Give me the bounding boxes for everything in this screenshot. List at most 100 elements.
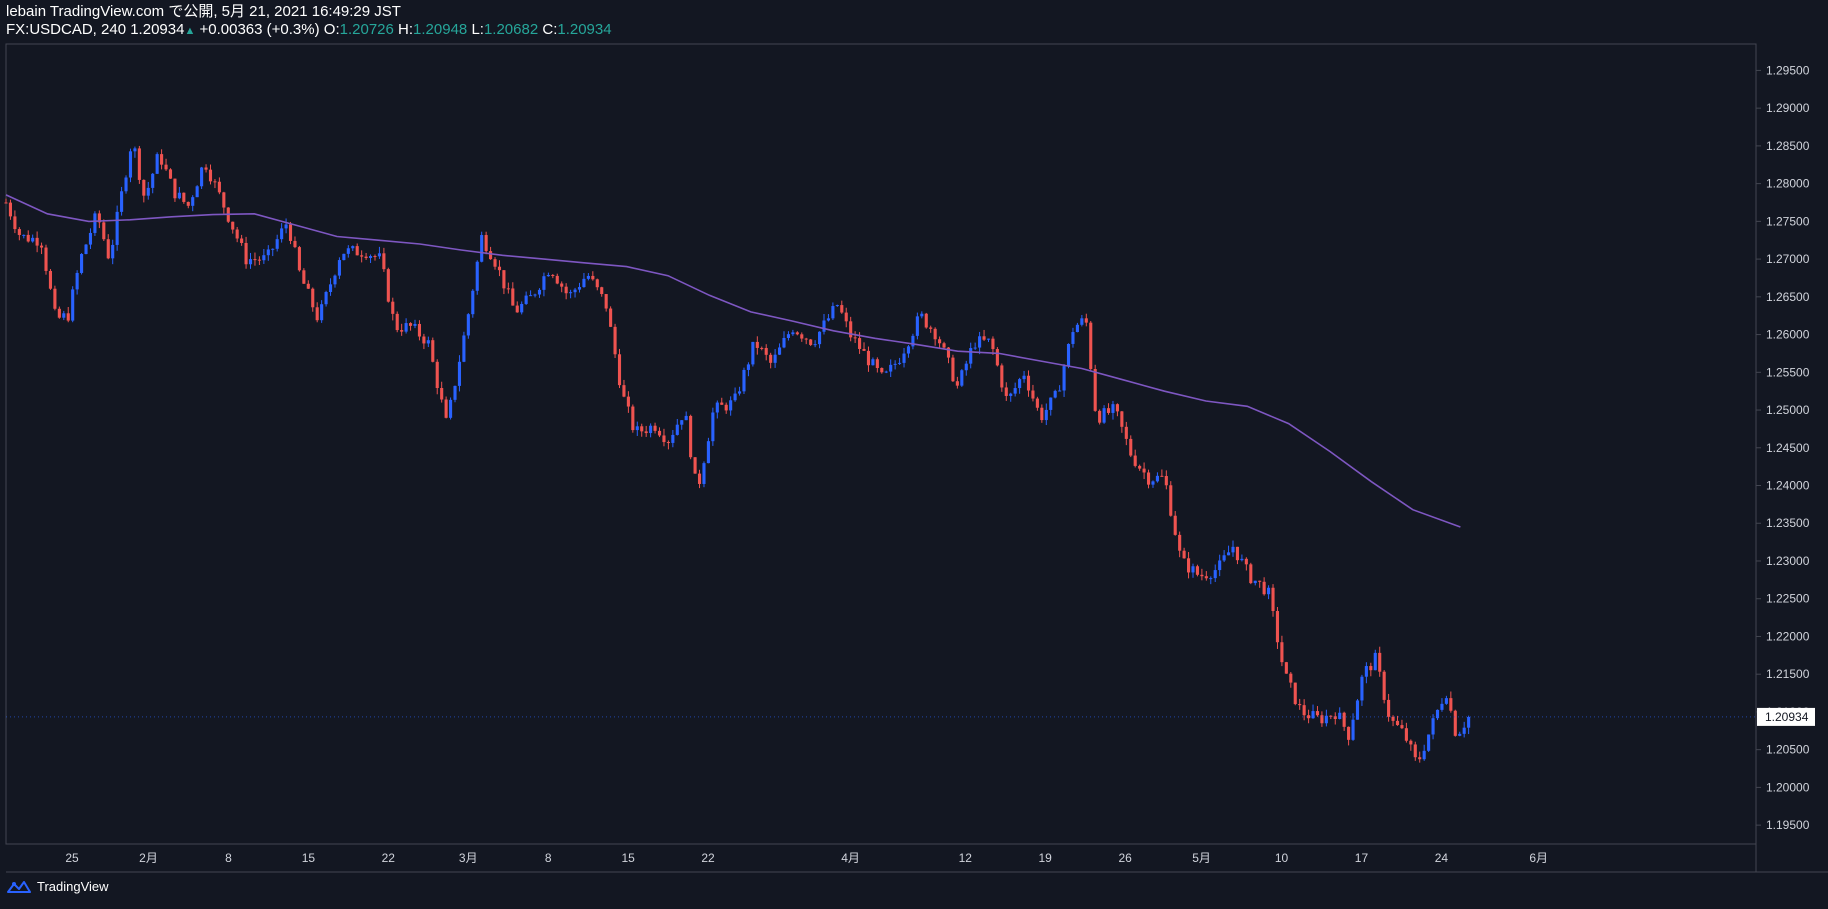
candle-body: [524, 295, 528, 304]
candle-body: [955, 381, 959, 386]
price-tick-label: 1.20000: [1766, 780, 1810, 794]
candle-body: [475, 261, 479, 291]
candle-body: [951, 357, 955, 382]
price-chart[interactable]: 1.195001.200001.205001.210001.215001.220…: [0, 0, 1828, 909]
candle-body: [542, 276, 546, 290]
time-tick-label: 26: [1118, 851, 1132, 865]
candle-body: [1093, 369, 1097, 411]
price-tick-label: 1.24500: [1766, 441, 1810, 455]
candle-body: [1035, 398, 1039, 408]
candle-body: [675, 424, 679, 435]
candle-body: [875, 359, 879, 369]
brand-label: TradingView: [37, 879, 109, 894]
candle-body: [1258, 580, 1262, 582]
candle-body: [933, 328, 937, 340]
candle-body: [920, 313, 924, 317]
moving-average-line: [5, 194, 1461, 528]
candle-body: [1089, 322, 1093, 370]
candle-body: [151, 173, 155, 188]
candle-body: [422, 336, 426, 344]
candle-body: [324, 291, 328, 305]
candle-body: [831, 306, 835, 319]
candle-body: [355, 246, 359, 256]
candle-body: [960, 370, 964, 386]
candle-body: [1444, 698, 1448, 704]
candle-body: [297, 247, 301, 271]
candle-body: [644, 431, 648, 434]
candle-body: [529, 295, 533, 297]
candle-body: [604, 294, 608, 309]
candle-body: [1040, 407, 1044, 421]
candle-body: [71, 289, 75, 321]
candle-body: [342, 253, 346, 261]
candle-body: [924, 313, 928, 328]
candle-body: [915, 316, 919, 336]
price-tick-label: 1.23000: [1766, 554, 1810, 568]
candle-body: [382, 253, 386, 270]
candle-body: [168, 169, 173, 179]
candle-body: [493, 259, 497, 267]
candle-body: [1026, 375, 1031, 391]
candle-body: [902, 353, 906, 363]
candle-body: [1022, 375, 1026, 380]
candle-body: [453, 385, 457, 400]
candle-body: [733, 393, 737, 401]
candle-body: [320, 304, 324, 321]
time-axis[interactable]: 25 2月 8 15 22 3月 8 15 22 4月 12 19 26 5月 10 17 24 6月: [65, 851, 1548, 865]
footer-brand[interactable]: TradingView: [6, 879, 109, 894]
price-tick-label: 1.28500: [1766, 139, 1810, 153]
candle-body: [1084, 318, 1088, 323]
candle-body: [533, 294, 537, 296]
price-tick-label: 1.22000: [1766, 629, 1810, 643]
candle-body: [889, 364, 893, 372]
candle-body: [1138, 465, 1142, 469]
candlestick-series: [4, 145, 1471, 763]
candle-body: [1178, 534, 1182, 551]
candle-body: [1231, 546, 1235, 553]
candle-body: [333, 275, 337, 285]
candle-body: [195, 186, 199, 198]
candle-body: [1338, 712, 1342, 720]
candle-body: [386, 269, 390, 302]
candle-body: [257, 259, 261, 261]
candle-body: [115, 211, 119, 245]
candle-body: [1120, 411, 1124, 427]
candle-body: [1049, 397, 1053, 410]
candle-body: [413, 323, 417, 326]
candle-body: [1400, 725, 1404, 729]
candle-body: [1302, 705, 1306, 716]
candle-body: [1404, 728, 1408, 741]
candle-body: [773, 354, 777, 363]
time-tick-label: 8: [225, 851, 232, 865]
price-tick-label: 1.23500: [1766, 516, 1810, 530]
candle-body: [182, 192, 186, 202]
candle-body: [1298, 704, 1302, 706]
price-tick-label: 1.25000: [1766, 403, 1810, 417]
price-tick-label: 1.27500: [1766, 214, 1810, 228]
candle-body: [1320, 715, 1324, 724]
candle-body: [1044, 409, 1048, 421]
candle-body: [560, 283, 564, 287]
candle-body: [440, 388, 444, 400]
candle-body: [657, 430, 662, 436]
candle-body: [311, 288, 315, 308]
candle-body: [746, 364, 750, 370]
candle-body: [617, 354, 622, 386]
candle-body: [449, 399, 453, 418]
candle-body: [231, 221, 235, 230]
candle-body: [1124, 426, 1128, 439]
price-tick-label: 1.27000: [1766, 252, 1810, 266]
time-tick-label: 6月: [1529, 851, 1548, 865]
candle-body: [986, 338, 991, 340]
candle-body: [573, 289, 577, 293]
candle-body: [4, 202, 8, 204]
time-tick-label: 12: [959, 851, 973, 865]
candle-body: [1186, 558, 1191, 573]
candle-body: [595, 279, 599, 288]
candle-body: [1191, 566, 1195, 573]
price-tick-label: 1.26500: [1766, 290, 1810, 304]
candle-body: [684, 415, 688, 421]
candle-body: [609, 308, 613, 327]
time-tick-label: 8: [545, 851, 552, 865]
candle-body: [871, 359, 875, 366]
